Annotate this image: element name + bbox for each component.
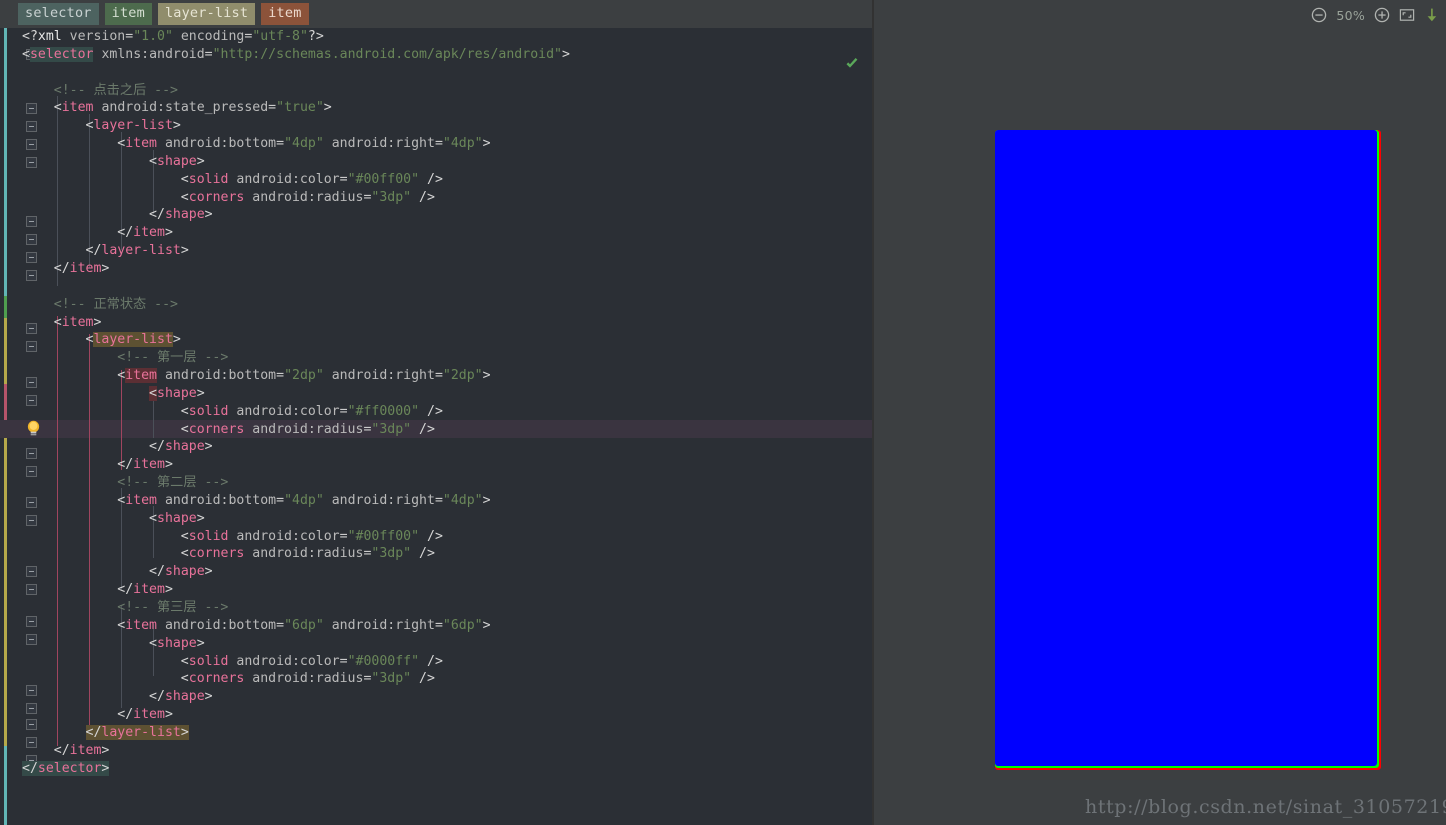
code-line: <!-- 第二层 -->: [117, 475, 229, 491]
code-line: </shape>: [149, 439, 213, 455]
code-line: <shape>: [149, 510, 205, 526]
code-line: <shape>: [149, 385, 205, 401]
code-line: <item android:bottom="4dp" android:right…: [117, 136, 491, 152]
code-line: </item>: [117, 225, 173, 241]
code-line: <solid android:color="#00ff00" />: [180, 171, 443, 187]
breadcrumb-item-selector[interactable]: selector: [18, 3, 99, 25]
inspection-ok-check-icon[interactable]: [844, 56, 860, 72]
code-line: <selector xmlns:android="http://schemas.…: [22, 46, 570, 62]
code-line: <item android:bottom="6dp" android:right…: [117, 617, 491, 633]
code-line: <shape>: [149, 153, 205, 169]
code-line: </shape>: [149, 207, 213, 223]
breadcrumb: selector item layer-list item: [0, 0, 872, 28]
code-line: <solid android:color="#0000ff" />: [180, 653, 443, 669]
code-line: </item>: [53, 260, 110, 276]
code-line: <item>: [53, 314, 102, 330]
code-line: <!-- 正常状态 -->: [53, 296, 178, 312]
code-line: <corners android:radius="3dp" />: [180, 421, 435, 437]
code-line: </selector>: [22, 760, 110, 776]
drawable-layer-blue: [995, 130, 1377, 766]
code-line: <!-- 第一层 -->: [117, 350, 229, 366]
code-line: </shape>: [149, 564, 213, 580]
code-line: </shape>: [149, 689, 213, 705]
code-line: <?xml version="1.0" encoding="utf-8"?>: [22, 29, 324, 44]
zoom-out-icon[interactable]: [1311, 7, 1327, 23]
idea-window: selector item layer-list item <?xml vers…: [0, 0, 1446, 825]
code-editor[interactable]: <?xml version="1.0" encoding="utf-8"?> <s…: [0, 28, 872, 825]
watermark-text: http://blog.csdn.net/sinat_31057219: [1085, 796, 1446, 818]
breadcrumb-item-layer-list[interactable]: layer-list: [157, 3, 256, 25]
download-arrow-icon[interactable]: [1424, 7, 1440, 23]
code-line: </item>: [117, 457, 173, 473]
code-line: </item>: [53, 742, 110, 758]
code-line: <corners android:radius="3dp" />: [180, 189, 435, 205]
code-line: <shape>: [149, 635, 205, 651]
code-line: </item>: [117, 707, 173, 723]
code-line: <layer-list>: [85, 118, 181, 134]
code-line: <!-- 第三层 -->: [117, 600, 229, 615]
code-line: <corners android:radius="3dp" />: [180, 546, 435, 562]
code-line: <item android:bottom="4dp" android:right…: [117, 492, 491, 508]
editor-pane: selector item layer-list item <?xml vers…: [0, 0, 872, 825]
zoom-in-icon[interactable]: [1374, 7, 1390, 23]
code-line: <corners android:radius="3dp" />: [180, 671, 435, 687]
layer-list-drawable-preview: [995, 130, 1381, 770]
breadcrumb-item-item-1[interactable]: item: [104, 3, 152, 25]
code-line: <!-- 点击之后 -->: [53, 82, 178, 98]
code-line: <item android:state_pressed="true">: [53, 100, 332, 116]
code-line: <solid android:color="#00ff00" />: [180, 528, 443, 544]
zoom-level-label: 50%: [1336, 7, 1365, 23]
code-line: </layer-list>: [85, 724, 189, 740]
breadcrumb-item-item-2[interactable]: item: [261, 3, 309, 25]
code-line: </layer-list>: [85, 243, 189, 259]
code-line: <item android:bottom="2dp" android:right…: [117, 368, 491, 384]
code-line: </item>: [117, 582, 173, 598]
fit-to-screen-icon[interactable]: [1399, 7, 1415, 23]
preview-toolbar: 50%: [874, 0, 1446, 30]
code-line: <layer-list>: [85, 332, 181, 348]
code-line: <solid android:color="#ff0000" />: [180, 403, 443, 419]
drawable-preview-surface[interactable]: [874, 30, 1446, 825]
code-text[interactable]: <?xml version="1.0" encoding="utf-8"?> <s…: [22, 28, 570, 777]
preview-pane: 50%: [874, 0, 1446, 825]
